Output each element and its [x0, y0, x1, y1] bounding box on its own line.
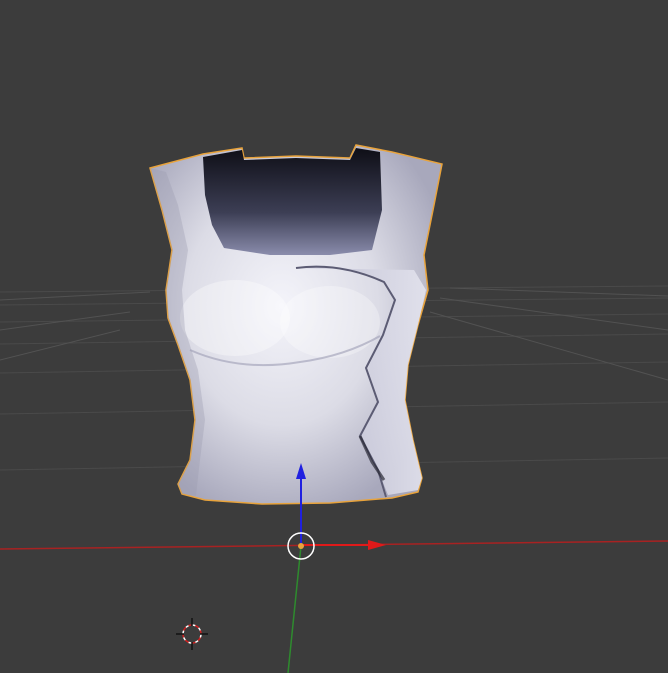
shirt-mesh[interactable]	[149, 144, 443, 505]
bust-right-shade	[280, 286, 380, 358]
3d-viewport[interactable]	[0, 0, 668, 673]
x-arrow-head[interactable]	[368, 540, 386, 550]
bust-left-shade	[180, 280, 290, 356]
3d-cursor-icon[interactable]	[176, 618, 208, 650]
y-axis-line	[287, 545, 302, 673]
object-origin-dot	[298, 543, 304, 549]
shirt-neckline-interior	[203, 148, 382, 255]
viewport-canvas	[0, 144, 668, 673]
